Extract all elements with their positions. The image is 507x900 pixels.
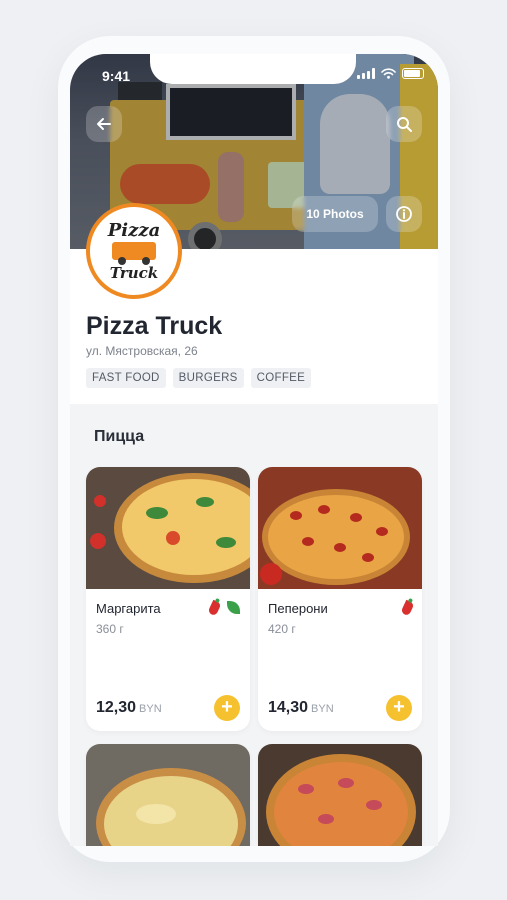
back-arrow-icon (97, 118, 111, 130)
chili-icon (400, 599, 415, 617)
item-badges (207, 599, 240, 617)
menu-item-card[interactable] (86, 744, 250, 846)
logo-text-line2: Truck (109, 263, 159, 282)
add-to-cart-button[interactable]: + (386, 695, 412, 721)
app-screen: 10 Photos Pizza Truck Pizza Truck ул. Мя… (70, 54, 438, 846)
pizza-photo (86, 744, 250, 846)
info-icon (396, 206, 412, 222)
restaurant-name: Pizza Truck (86, 312, 223, 340)
status-bar: 9:41 (70, 54, 438, 84)
back-button[interactable] (86, 106, 122, 142)
menu-item-card[interactable] (258, 744, 422, 846)
add-to-cart-button[interactable]: + (214, 695, 240, 721)
pizza-photo (258, 744, 422, 846)
item-name: Пеперони (268, 601, 328, 616)
truck-icon (112, 241, 156, 265)
battery-icon (402, 68, 424, 79)
price-value: 14,30 (268, 699, 309, 716)
chili-icon (207, 599, 222, 617)
status-time: 9:41 (102, 68, 131, 84)
tag-fast-food[interactable]: FAST FOOD (86, 368, 166, 388)
tag-coffee[interactable]: COFFEE (250, 368, 312, 388)
price-currency: BYN (139, 703, 162, 715)
menu-section: Пицца Маргарита 360 г 12,30 BYN + Пеперо… (70, 404, 438, 846)
plus-icon: + (393, 696, 405, 718)
signal-icon (357, 68, 375, 79)
price-currency: BYN (311, 703, 334, 715)
logo-text-line1: Pizza (107, 219, 161, 241)
item-price: 12,30 BYN (96, 699, 162, 717)
search-button[interactable] (386, 106, 422, 142)
info-button[interactable] (386, 196, 422, 232)
photos-label: 10 Photos (306, 207, 364, 221)
pizza-photo (258, 467, 422, 589)
photos-button[interactable]: 10 Photos (292, 196, 378, 232)
menu-item-card[interactable]: Маргарита 360 г 12,30 BYN + (86, 467, 250, 731)
restaurant-logo: Pizza Truck (86, 203, 182, 299)
restaurant-address: ул. Мястровская, 26 (86, 344, 198, 358)
wifi-icon (381, 68, 396, 79)
menu-item-card[interactable]: Пеперони 420 г 14,30 BYN + (258, 467, 422, 731)
item-weight: 360 г (96, 622, 124, 636)
leaf-icon (227, 601, 240, 614)
pizza-photo (86, 467, 250, 589)
item-badges (400, 599, 415, 617)
price-value: 12,30 (96, 699, 137, 716)
tag-burgers[interactable]: BURGERS (172, 368, 244, 388)
item-name: Маргарита (96, 601, 161, 616)
item-price: 14,30 BYN (268, 699, 334, 717)
status-icons (357, 68, 424, 79)
tag-list: FAST FOOD BURGERS COFFEE (86, 368, 312, 388)
plus-icon: + (221, 696, 233, 718)
item-weight: 420 г (268, 622, 296, 636)
search-icon (397, 117, 412, 132)
section-title: Пицца (94, 428, 145, 445)
